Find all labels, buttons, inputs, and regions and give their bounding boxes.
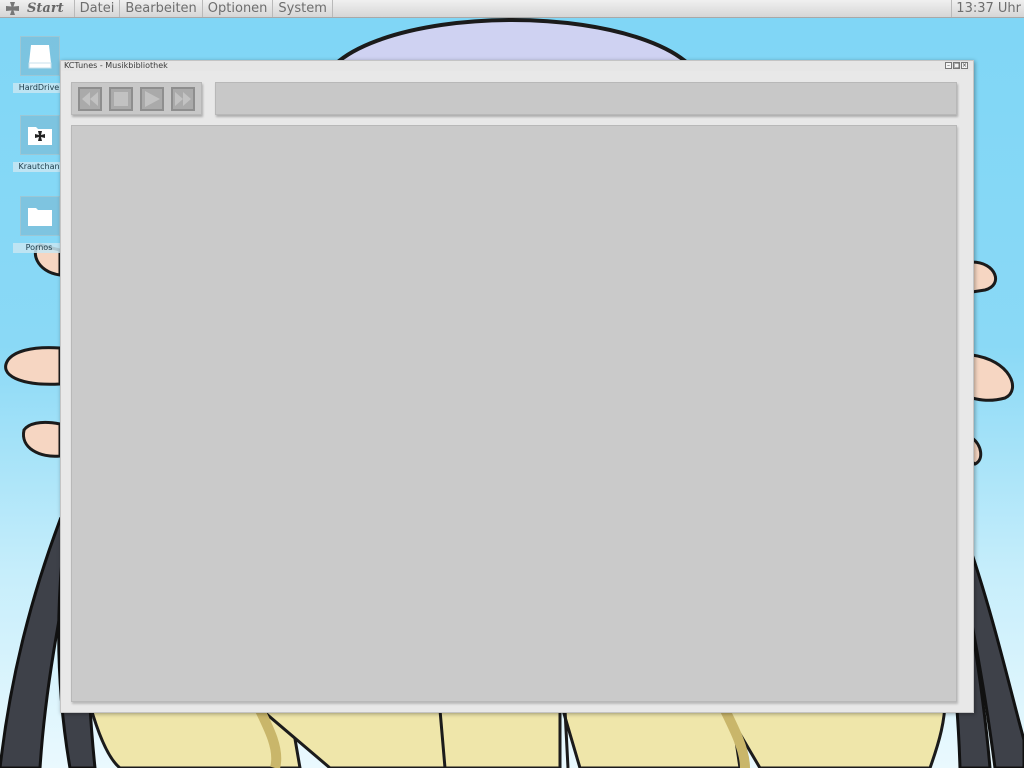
kctunes-window: KCTunes - Musikbibliothek – □ × [60,60,974,713]
menu-bearbeiten[interactable]: Bearbeiten [120,0,203,17]
rewind-button[interactable] [78,87,102,111]
play-icon [145,91,160,107]
window-controls: – □ × [945,62,968,69]
fast-forward-icon [175,92,191,106]
clock: 13:37 Uhr [951,0,1024,17]
fast-forward-button[interactable] [171,87,195,111]
menu-system[interactable]: System [273,0,333,17]
start-label: Start [27,1,64,16]
window-titlebar[interactable]: KCTunes - Musikbibliothek – □ × [61,61,973,71]
minimize-icon[interactable]: – [945,62,952,69]
transport-controls [71,82,202,115]
now-playing-bar [215,82,957,115]
play-button[interactable] [140,87,164,111]
window-title: KCTunes - Musikbibliothek [64,61,168,70]
folder-cross-icon [28,127,52,145]
top-menu-bar: Start Datei Bearbeiten Optionen System 1… [0,0,1024,18]
menu-optionen[interactable]: Optionen [203,0,274,17]
start-button[interactable]: Start [0,0,75,17]
desktop-icon-label: Krautchan [13,162,65,172]
hard-drive-icon [28,45,52,69]
desktop-icon-label: HardDrive [13,83,65,93]
desktop-icon-label: Pornos [13,243,65,253]
music-library-list[interactable] [71,125,957,702]
folder-icon [28,208,52,226]
rewind-icon [82,92,98,106]
stop-icon [114,92,128,106]
stop-button[interactable] [109,87,133,111]
close-icon[interactable]: × [961,62,968,69]
menu-datei[interactable]: Datei [75,0,121,17]
maximize-icon[interactable]: □ [953,62,960,69]
iron-cross-icon [6,2,19,15]
